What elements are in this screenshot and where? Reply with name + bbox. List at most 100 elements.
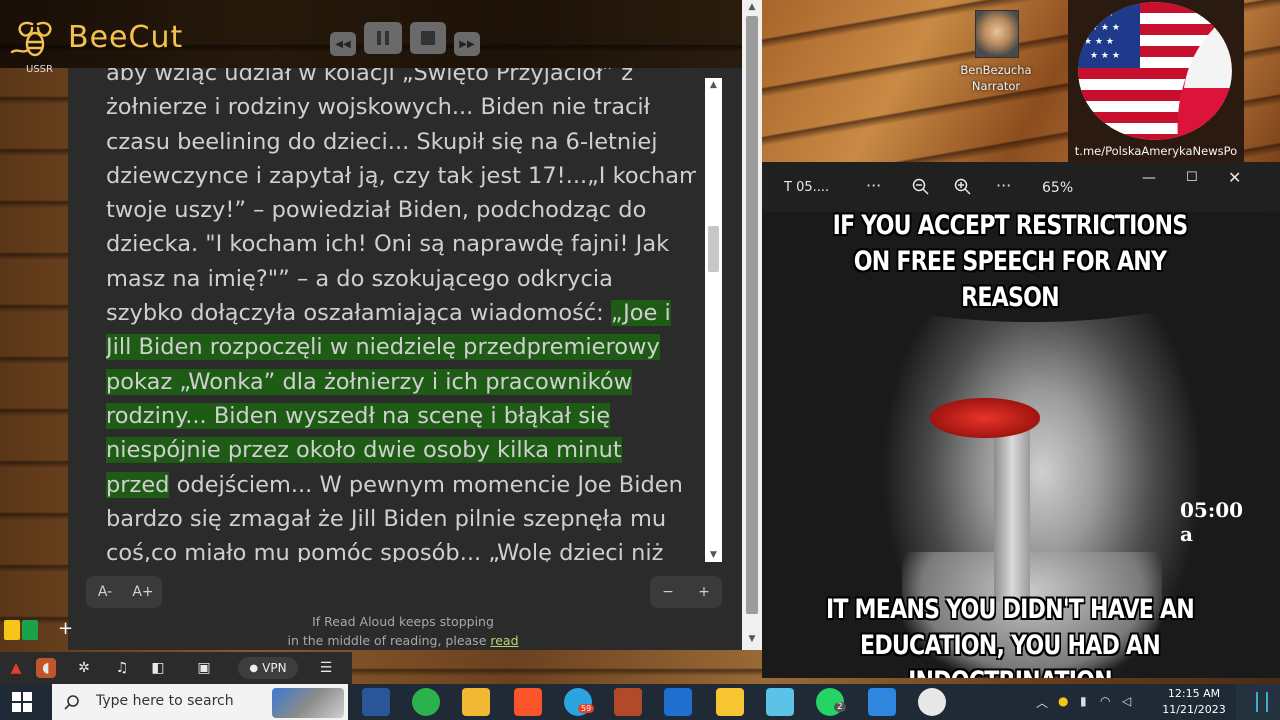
word-app-icon[interactable] [362, 688, 390, 716]
reader-text: coś,co miało mu pomóc sposób... „Wolę dz… [106, 540, 664, 562]
read-aloud-extension-icon[interactable]: ◖ [36, 658, 56, 678]
beecut-app-icon[interactable] [716, 688, 744, 716]
vpn-button[interactable]: ● VPN [238, 657, 298, 679]
microphone-icon[interactable]: ▮ [1080, 694, 1087, 708]
narrator-avatar [975, 10, 1019, 58]
reader-line: przed odejściem... W pewnym momencie Joe… [106, 468, 696, 502]
tray-expand-icon[interactable]: ︿ [1036, 694, 1048, 711]
meme-image: IF YOU ACCEPT RESTRICTIONS ON FREE SPEEC… [762, 212, 1258, 678]
reader-line: coś,co miało mu pomóc sposób... „Wolę dz… [106, 536, 696, 562]
player-shortcut-icon[interactable] [22, 620, 38, 640]
music-note-icon[interactable]: ♫ [112, 658, 132, 678]
zoom-out-icon[interactable] [912, 178, 930, 196]
fast-forward-button[interactable]: ▶▶ [454, 32, 480, 56]
reader-text: bardzo się zmagał że Jill Biden pilnie s… [106, 505, 667, 532]
search-icon [64, 695, 79, 710]
reader-line: twoje uszy!” – powiedział Biden, podchod… [106, 193, 696, 227]
reader-scroll-thumb[interactable] [708, 226, 719, 272]
telegram-badge: 59 [578, 704, 595, 713]
warning-triangle-icon[interactable]: ▲ [6, 658, 26, 678]
read-aloud-panel: aby wziąć udział w kolacji „Święto Przyj… [68, 68, 742, 650]
telegram-app-icon[interactable]: 59 [564, 688, 595, 716]
file-explorer-icon[interactable] [462, 688, 490, 716]
reader-text: aby wziąć udział w kolacji „Święto Przyj… [106, 68, 634, 86]
time-overlay: 05:00 a [1180, 498, 1244, 546]
reader-line: masz na imię?"” – a do szokującego odkry… [106, 262, 696, 296]
page-scroll-thumb[interactable] [746, 16, 758, 614]
fast-forward-icon: ▶▶ [459, 38, 475, 50]
photos-app-icon[interactable] [868, 688, 896, 716]
font-decrease-button[interactable]: A- [86, 584, 124, 600]
bee-logo-icon [10, 21, 52, 57]
whatsapp-app-icon[interactable]: 2 [816, 688, 846, 716]
scroll-down-arrow-icon[interactable]: ▼ [705, 548, 722, 562]
taskbar-search-box[interactable]: Type here to search [52, 684, 348, 720]
wallet-icon[interactable]: ▣ [194, 658, 214, 678]
rewind-icon: ◀◀ [335, 38, 351, 50]
search-placeholder: Type here to search [96, 693, 234, 709]
android-app-icon[interactable] [412, 688, 440, 716]
reader-line: szybko dołączyła oszałamiająca wiadomość… [106, 296, 696, 330]
narrator-label: BenBezucha Narrator [948, 62, 1044, 94]
scroll-up-arrow-icon[interactable]: ▲ [705, 78, 722, 92]
tray-app-icon[interactable]: ● [1058, 694, 1068, 708]
zoom-in-icon[interactable] [954, 178, 972, 196]
puzzle-extensions-icon[interactable]: ✲ [74, 658, 94, 678]
flag-logo: ★ ★ ★ ★ ★ ★ ★ ★ ★ ★ ★ ★ t.me/PolskaAmeryka… [1068, 0, 1244, 162]
highlighted-text: niespójnie przez około dwie osoby kilka … [106, 437, 622, 464]
highlighted-text: pokaz „Wonka” dla żołnierzy i ich pracow… [106, 368, 633, 395]
media-app-icon[interactable] [614, 688, 642, 716]
notification-icon[interactable] [1236, 684, 1280, 720]
maximize-icon[interactable]: ☐ [1186, 170, 1198, 185]
zoom-level: 65% [1042, 180, 1074, 196]
desktop-partial-label: USSR [26, 64, 53, 75]
reader-text: żołnierze i rodziny wojskowych... Biden … [106, 94, 651, 121]
close-icon[interactable]: ✕ [1228, 168, 1241, 187]
reader-line: rodziny... Biden wyszedł na scenę i błąk… [106, 399, 696, 433]
page-scroll-down-icon[interactable]: ▼ [742, 634, 762, 644]
beecut-overlay: BeeCut ◀◀ ▶▶ [0, 0, 762, 68]
svg-text:★ ★ ★: ★ ★ ★ [1084, 37, 1114, 47]
pause-button[interactable] [364, 22, 402, 54]
hamburger-menu-icon[interactable]: ☰ [316, 658, 336, 678]
svg-text:★ ★ ★: ★ ★ ★ [1090, 23, 1120, 33]
svg-text:★ ★ ★: ★ ★ ★ [1084, 9, 1114, 19]
meme-bottom-caption: IT MEANS YOU DIDN'T HAVE AN EDUCATION, Y… [825, 594, 1195, 678]
page-scroll-up-icon[interactable]: ▲ [742, 2, 762, 12]
viewer-file-title[interactable]: T 05.... [784, 180, 829, 195]
wifi-icon[interactable]: ◠ [1100, 694, 1110, 708]
stop-button[interactable] [410, 22, 446, 54]
font-increase-button[interactable]: A+ [124, 584, 162, 600]
vpn-status-icon: ● [249, 662, 259, 674]
more-options-icon[interactable]: ··· [866, 176, 881, 195]
meme-finger-shape [994, 412, 1030, 602]
page-scrollbar[interactable]: ▲ ▼ [742, 0, 762, 650]
plus-button[interactable]: + [686, 584, 722, 600]
whatsapp-badge: 2 [834, 702, 846, 712]
volume-icon[interactable]: ◁ [1122, 694, 1131, 708]
app-shortcut-icon[interactable] [4, 620, 20, 640]
media-player-icon[interactable] [918, 688, 946, 716]
reader-text-area: aby wziąć udział w kolacji „Święto Przyj… [106, 68, 696, 562]
notif-bar-icon [1256, 692, 1258, 712]
windows-start-icon[interactable] [12, 692, 32, 712]
add-icon[interactable]: + [58, 618, 73, 639]
sidebar-toggle-icon[interactable]: ◧ [148, 658, 168, 678]
highlighted-text: Jill Biden rozpoczęli w niedzielę przedp… [106, 334, 660, 361]
minus-button[interactable]: − [650, 584, 686, 600]
reader-scrollbar[interactable]: ▲ ▼ [705, 78, 722, 562]
system-clock[interactable]: 12:15 AM 11/21/2023 [1156, 686, 1232, 718]
minimize-icon[interactable]: — [1142, 170, 1156, 186]
overflow-menu-icon[interactable]: ··· [996, 176, 1011, 195]
movies-app-icon[interactable] [664, 688, 692, 716]
reader-text: czasu beelining do dzieci... Skupił się … [106, 128, 658, 155]
notes-app-icon[interactable] [766, 688, 794, 716]
read-link[interactable]: read [490, 633, 518, 648]
narrator-name: BenBezucha [960, 63, 1032, 77]
highlighted-text: „Joe i [610, 300, 671, 327]
viewer-toolbar: T 05.... ··· ··· 65% — ☐ ✕ [762, 162, 1280, 212]
brave-browser-icon[interactable] [514, 688, 542, 716]
reader-text: masz na imię?"” – a do szokującego odkry… [106, 265, 613, 292]
rewind-button[interactable]: ◀◀ [330, 32, 356, 56]
reader-line: żołnierze i rodziny wojskowych... Biden … [106, 90, 696, 124]
